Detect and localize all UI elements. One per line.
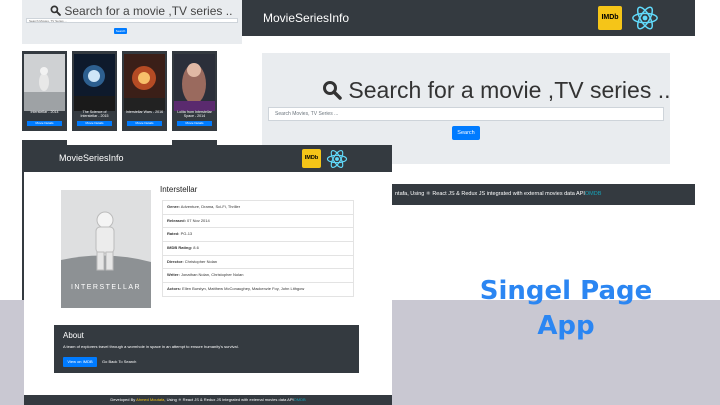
result-title: Lolita from Interstellar Space - 2014 [177,110,212,118]
detail-value: Jonathan Nolan, Christopher Nolan [180,272,244,278]
react-icon [632,6,658,30]
developer-link[interactable]: Ahmed Moutafa [136,397,164,402]
footer: ntafa, Using ⚛ React JS & Redux JS integ… [387,184,695,205]
imdb-logo[interactable]: IMDb [302,149,321,168]
detail-value: PG-13 [180,231,193,237]
caption-line: App [537,311,595,341]
caption: Singel Page App [478,274,654,344]
search-button[interactable]: Search [114,28,127,34]
result-title: Interstellar Wars - 2016 [125,110,164,114]
poster-image [124,54,165,111]
detail-row: Rated: PG-13 [162,227,354,242]
detail-label: Rated: [167,231,180,237]
result-title: Interstellar - 2014 [30,110,59,114]
detail-label: Genre: [167,204,180,209]
detail-row: IMDB Rating: 8.6 [162,241,354,255]
detail-row: Director: Christopher Nolan [162,254,354,269]
plot-text: A team of explorers travel through a wor… [63,344,239,349]
search-icon [50,5,61,16]
detail-label: Writer: [167,272,180,278]
search-button[interactable]: Search [452,126,480,140]
navbar: MovieSeriesInfo IMDb [242,0,695,36]
movie-details-button[interactable]: Movie Details [27,121,62,126]
detail-row: Genre: Adventure, Drama, Sci-Fi, Thrille… [162,200,354,214]
detail-value: 07 Nov 2014 [187,217,210,223]
footer-text: ntafa, Using ⚛ React JS & Redux JS integ… [395,191,585,197]
search-heading-text: Search for a movie ,TV series .. [64,4,233,18]
poster-image [74,54,115,111]
navbar: MovieSeriesInfo IMDb [24,145,392,172]
omdb-link[interactable]: OMDB [585,191,602,197]
result-card: Lolita from Interstellar Space - 2014 Mo… [172,51,217,131]
search-heading: Search for a movie ,TV series .. [322,77,671,104]
about-panel: About A team of explorers travel through… [54,325,359,373]
caption-line: Singel Page [479,276,653,306]
imdb-logo[interactable]: IMDb [598,6,622,30]
detail-label: Released: [167,217,186,223]
result-card: Interstellar - 2014 Movie Details [22,51,67,131]
detail-row: Writer: Jonathan Nolan, Christopher Nola… [162,268,354,283]
movie-details-button[interactable]: Movie Details [177,121,212,126]
result-card: Interstellar Wars - 2016 Movie Details [122,51,167,131]
poster-image [174,54,215,111]
search-input[interactable]: Search Movies, TV Series ... [268,107,664,121]
search-heading: Search for a movie ,TV series .. [50,4,232,18]
movie-detail-screenshot: MovieSeriesInfo IMDb INTERSTELLAR Inters… [24,145,392,405]
detail-row: Released: 07 Nov 2014 [162,213,354,228]
movie-title: Interstellar [160,185,198,194]
about-title: About [63,331,84,340]
movie-poster: INTERSTELLAR [61,190,151,308]
movie-details-button[interactable]: Movie Details [127,121,162,126]
footer-text: , Using ⚛ React JS & Redux JS integrated… [164,397,294,402]
detail-value: Christopher Nolan [184,258,218,264]
detail-label: IMDB Rating: [167,245,193,251]
movie-details-list: Genre: Adventure, Drama, Sci-Fi, Thrille… [162,200,354,297]
omdb-link[interactable]: OMDB [294,397,306,402]
brand-link[interactable]: MovieSeriesInfo [263,11,349,25]
detail-value: 8.6 [193,245,199,251]
detail-value: Adventure, Drama, Sci-Fi, Thriller [180,204,241,209]
footer: Developed By Ahmed Moutafa, Using ⚛ Reac… [24,395,392,405]
result-card: The Science of Interstellar - 2015 Movie… [72,51,117,131]
react-icon [326,149,348,169]
result-title: The Science of Interstellar - 2015 [80,110,109,118]
search-box: Search for a movie ,TV series .. Search … [22,0,242,44]
go-back-link[interactable]: Go Back To Search [102,357,136,367]
footer-prefix: Developed By [110,397,136,402]
poster-title: INTERSTELLAR [71,284,141,291]
movie-details-button[interactable]: Movie Details [77,121,112,126]
poster-image [24,54,65,111]
detail-value: Ellen Burstyn, Matthew McConaughey, Mack… [182,286,305,292]
brand-link[interactable]: MovieSeriesInfo [59,153,124,163]
detail-row: Actors: Ellen Burstyn, Matthew McConaugh… [162,282,354,297]
detail-label: Director: [167,258,184,264]
search-input[interactable]: Search Movies, TV Series ... [26,18,238,23]
view-on-imdb-button[interactable]: View on IMDB [63,357,97,367]
detail-label: Actors: [167,286,182,292]
search-heading-text: Search for a movie ,TV series .. [348,77,671,103]
search-icon [323,81,342,100]
